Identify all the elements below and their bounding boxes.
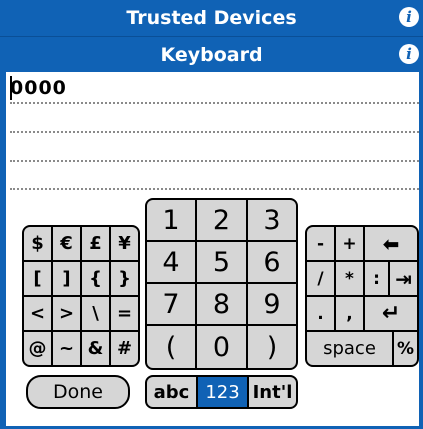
key-right-bracket[interactable]: ] <box>53 262 80 295</box>
key-0[interactable]: 0 <box>197 326 246 368</box>
key-3[interactable]: 3 <box>248 200 296 240</box>
key-left-brace[interactable]: { <box>82 262 109 295</box>
key-9[interactable]: 9 <box>248 284 296 324</box>
key-pound[interactable]: £ <box>82 227 109 260</box>
frame-left-border <box>0 72 6 429</box>
info-icon[interactable]: i <box>399 7 419 27</box>
key-right-brace[interactable]: } <box>111 262 138 295</box>
tab-icon[interactable]: ⇥ <box>390 262 417 295</box>
key-percent[interactable]: % <box>394 332 417 365</box>
key-left-paren[interactable]: ( <box>147 326 195 368</box>
key-ampersand[interactable]: & <box>82 332 109 365</box>
number-keypad: 1 2 3 4 5 6 7 8 9 ( 0 ) <box>145 198 298 370</box>
text-line <box>10 131 419 133</box>
keyboard-mode-selector: abc 123 Int'l <box>145 375 298 409</box>
backspace-icon[interactable]: ⬅ <box>365 227 417 260</box>
key-4[interactable]: 4 <box>147 242 195 282</box>
key-8[interactable]: 8 <box>197 284 246 324</box>
key-left-bracket[interactable]: [ <box>24 262 51 295</box>
title-bar: Trusted Devices i <box>0 0 423 36</box>
key-euro[interactable]: € <box>53 227 80 260</box>
key-backslash[interactable]: \ <box>82 297 109 330</box>
key-tilde[interactable]: ~ <box>53 332 80 365</box>
key-minus[interactable]: - <box>307 227 334 260</box>
text-entry-area[interactable] <box>10 74 420 192</box>
key-1[interactable]: 1 <box>147 200 195 240</box>
key-right-paren[interactable]: ) <box>248 326 296 368</box>
key-slash[interactable]: / <box>307 262 334 295</box>
key-5[interactable]: 5 <box>197 242 246 282</box>
keyboard-title: Keyboard <box>160 43 263 66</box>
key-greater-than[interactable]: > <box>53 297 80 330</box>
mode-abc-button[interactable]: abc <box>147 377 196 407</box>
keyboard-info-icon[interactable]: i <box>399 44 419 64</box>
entry-text: 0000 <box>10 77 67 99</box>
key-dollar[interactable]: $ <box>24 227 51 260</box>
key-asterisk[interactable]: * <box>336 262 363 295</box>
key-hash[interactable]: # <box>111 332 138 365</box>
page-title: Trusted Devices <box>126 7 297 29</box>
operators-keypad: - + ⬅ / * : ⇥ . , ↵ space % <box>305 225 419 367</box>
text-line <box>10 188 419 190</box>
key-2[interactable]: 2 <box>197 200 246 240</box>
enter-icon[interactable]: ↵ <box>365 297 417 330</box>
key-equals[interactable]: = <box>111 297 138 330</box>
done-button[interactable]: Done <box>26 375 130 409</box>
symbol-keypad: $ € £ ¥ [ ] { } < > \ = @ ~ & # <box>22 225 140 367</box>
key-period[interactable]: . <box>307 297 334 330</box>
key-yen[interactable]: ¥ <box>111 227 138 260</box>
text-line <box>10 160 419 162</box>
key-plus[interactable]: + <box>336 227 363 260</box>
key-at[interactable]: @ <box>24 332 51 365</box>
key-7[interactable]: 7 <box>147 284 195 324</box>
key-6[interactable]: 6 <box>248 242 296 282</box>
mode-intl-button[interactable]: Int'l <box>249 377 296 407</box>
key-colon[interactable]: : <box>365 262 388 295</box>
key-less-than[interactable]: < <box>24 297 51 330</box>
mode-123-button[interactable]: 123 <box>198 377 247 407</box>
keyboard-title-bar: Keyboard i <box>0 36 423 72</box>
text-line <box>10 102 419 104</box>
key-comma[interactable]: , <box>336 297 363 330</box>
key-space[interactable]: space <box>307 332 392 365</box>
